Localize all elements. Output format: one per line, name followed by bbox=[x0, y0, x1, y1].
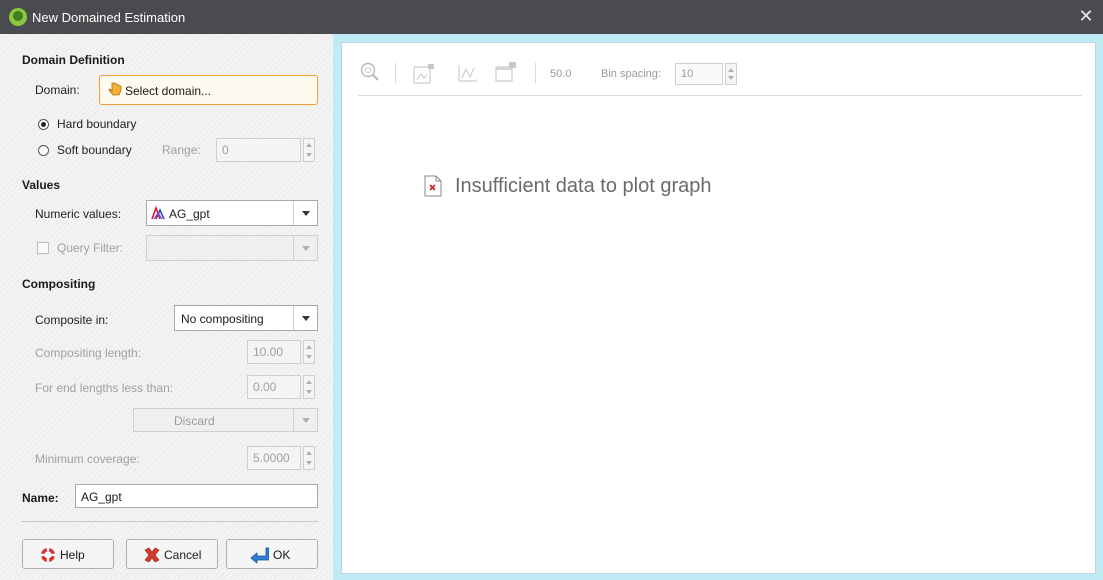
zoom-value: 50.0 bbox=[550, 68, 572, 80]
insufficient-data-message: Insufficient data to plot graph bbox=[455, 175, 712, 197]
toolbar-divider bbox=[358, 95, 1082, 96]
enter-arrow-icon bbox=[249, 546, 270, 564]
end-lengths-label: For end lengths less than: bbox=[35, 381, 174, 395]
ok-label: OK bbox=[273, 548, 291, 562]
domain-label: Domain: bbox=[35, 83, 80, 97]
help-label: Help bbox=[60, 548, 85, 562]
select-domain-button[interactable]: Select domain... bbox=[99, 75, 318, 105]
toolbar-separator bbox=[395, 63, 396, 83]
chevron-down-icon[interactable] bbox=[293, 306, 317, 330]
end-lengths-input: 0.00 bbox=[247, 375, 301, 399]
query-filter-checkbox[interactable] bbox=[37, 242, 49, 254]
end-action-select: Discard bbox=[133, 408, 318, 432]
close-icon[interactable]: ✕ bbox=[1075, 5, 1097, 27]
bin-spacing-label: Bin spacing: bbox=[601, 68, 661, 80]
settings-panel: Domain Definition Domain: Select domain.… bbox=[0, 34, 333, 580]
help-button[interactable]: Help bbox=[22, 539, 114, 569]
divider bbox=[22, 521, 318, 522]
domain-definition-header: Domain Definition bbox=[22, 53, 125, 67]
name-label: Name: bbox=[22, 491, 59, 505]
soft-boundary-label[interactable]: Soft boundary bbox=[57, 143, 132, 157]
numeric-values-select[interactable]: AG_gpt bbox=[146, 200, 318, 226]
query-filter-select bbox=[146, 235, 318, 261]
end-lengths-stepper bbox=[303, 375, 315, 399]
app-icon bbox=[9, 8, 27, 26]
composite-in-select[interactable]: No compositing bbox=[174, 305, 318, 331]
range-input: 0 bbox=[216, 138, 301, 162]
cancel-label: Cancel bbox=[164, 548, 202, 562]
numeric-values-label: Numeric values: bbox=[35, 207, 122, 221]
plot-area: 50.0 Bin spacing: 10 Insufficient data t… bbox=[333, 34, 1103, 580]
values-header: Values bbox=[22, 178, 61, 192]
range-stepper bbox=[303, 138, 315, 162]
range-label: Range: bbox=[162, 143, 201, 157]
compositing-length-input: 10.00 bbox=[247, 340, 301, 364]
chevron-down-icon bbox=[293, 409, 317, 431]
ok-button[interactable]: OK bbox=[226, 539, 318, 569]
hand-pointer-icon bbox=[108, 82, 122, 98]
minimum-coverage-input: 5.0000 bbox=[247, 446, 301, 470]
bin-spacing-stepper bbox=[725, 63, 737, 85]
error-document-icon bbox=[424, 175, 442, 197]
composite-in-label: Composite in: bbox=[35, 313, 109, 327]
cancel-button[interactable]: Cancel bbox=[126, 539, 218, 569]
compositing-length-stepper bbox=[303, 340, 315, 364]
composite-in-value: No compositing bbox=[181, 312, 264, 326]
cancel-icon bbox=[143, 546, 161, 564]
name-input[interactable]: AG_gpt bbox=[75, 484, 318, 508]
bin-spacing-input: 10 bbox=[675, 63, 723, 85]
minimum-coverage-label: Minimum coverage: bbox=[35, 452, 140, 466]
select-domain-label: Select domain... bbox=[125, 84, 212, 98]
hard-boundary-label[interactable]: Hard boundary bbox=[57, 117, 136, 131]
soft-boundary-radio[interactable] bbox=[38, 145, 49, 156]
export-image-icon[interactable] bbox=[413, 63, 435, 85]
minimum-coverage-stepper bbox=[303, 446, 315, 470]
lifebuoy-icon bbox=[40, 547, 56, 563]
toolbar-separator bbox=[535, 63, 536, 83]
chevron-down-icon bbox=[293, 236, 317, 260]
title-bar: New Domained Estimation ✕ bbox=[0, 0, 1103, 34]
export-data-icon[interactable] bbox=[495, 61, 517, 83]
chevron-down-icon[interactable] bbox=[293, 201, 317, 225]
compositing-header: Compositing bbox=[22, 277, 96, 291]
export-chart-icon[interactable] bbox=[457, 63, 479, 85]
query-filter-label: Query Filter: bbox=[57, 241, 124, 255]
numeric-values-icon bbox=[151, 205, 167, 221]
zoom-icon[interactable] bbox=[359, 61, 381, 83]
plot-panel: 50.0 Bin spacing: 10 Insufficient data t… bbox=[341, 42, 1096, 574]
compositing-length-label: Compositing length: bbox=[35, 346, 142, 360]
numeric-values-value: AG_gpt bbox=[169, 207, 210, 221]
window-title: New Domained Estimation bbox=[32, 10, 186, 25]
hard-boundary-radio[interactable] bbox=[38, 119, 49, 130]
